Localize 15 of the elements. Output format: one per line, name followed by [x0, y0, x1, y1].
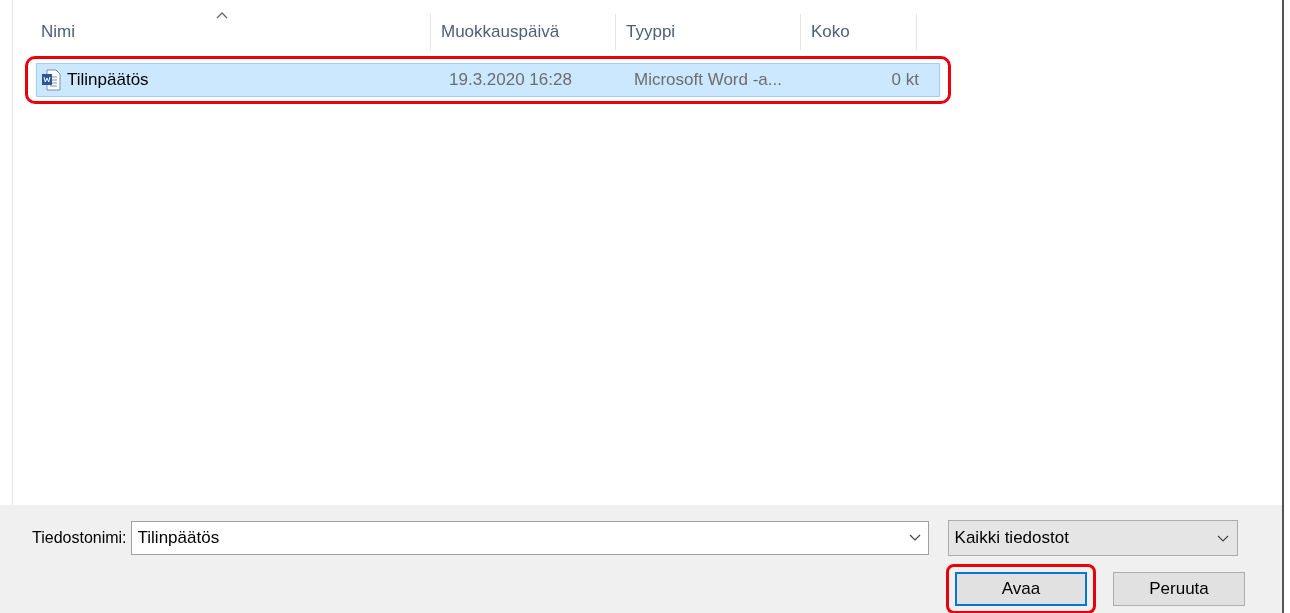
file-size: 0 kt: [890, 70, 920, 90]
column-header[interactable]: Nimi: [13, 14, 431, 50]
column-header[interactable]: Tyyppi: [616, 14, 801, 50]
modified-date: 19.3.2020 16:28: [448, 70, 573, 90]
document-icon: [41, 69, 61, 91]
filename-field[interactable]: Tilinpäätös: [130, 521, 929, 555]
file-row[interactable]: Tilinpäätös 19.3.2020 16:28 Microsoft Word -a... 0 kt: [36, 63, 940, 97]
column-header[interactable]: Muokkauspäivä: [431, 14, 616, 50]
file-name: Tilinpäätös: [67, 70, 149, 90]
column-header[interactable]: Koko: [801, 14, 917, 50]
dialog-button[interactable]: Avaa: [955, 572, 1087, 606]
filename-label: Tiedostonimi:: [32, 529, 127, 547]
dialog-button[interactable]: Peruuta: [1113, 572, 1245, 606]
file-type-dropdown[interactable]: Kaikki tiedostot: [947, 520, 1238, 556]
file-type: Microsoft Word -a...: [633, 70, 783, 90]
